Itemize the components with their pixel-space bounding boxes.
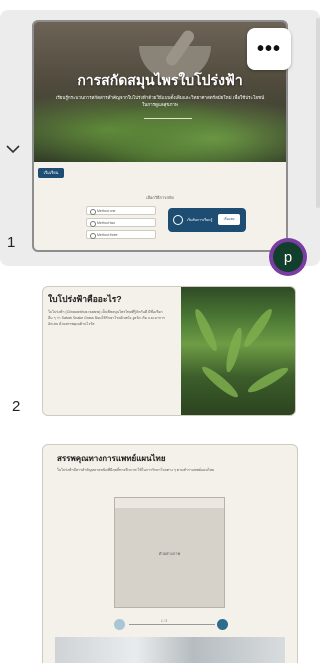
slide-body: ใบโปร่งฟ้า (Clinacanthus nutans) เป็นพืช… [48, 310, 165, 327]
cta-label: เริ่มต้นการเรียนรู้ [187, 218, 213, 222]
plant-photo [181, 287, 295, 415]
slide-title: สรรพคุณทางการแพทย์แผนไทย [57, 454, 166, 463]
slide-title: ใบโปร่งฟ้าคืออะไร? [48, 294, 122, 304]
slide-thumbnail-2[interactable]: ใบโปร่งฟ้าคืออะไร? ใบโปร่งฟ้า (Clinacant… [42, 286, 296, 416]
slide-panel: 1 การสกัดสมุนไพรใบโปร่งฟ้า เรียนรู้กระบว… [0, 0, 320, 663]
progress-line [129, 624, 215, 625]
image-placeholder: ตัวอย่างภาพ [114, 497, 225, 608]
play-icon [173, 215, 183, 225]
more-horizontal-icon: ••• [256, 37, 281, 60]
scrollbar[interactable] [316, 18, 320, 208]
chevron-down-icon[interactable] [5, 141, 21, 157]
slide-number: 2 [12, 398, 21, 415]
leaf-shape [191, 307, 221, 353]
leaf-shape [223, 326, 245, 374]
divider [144, 118, 192, 119]
leaf-shape [240, 306, 276, 350]
slide-subtitle: ใบโปร่งฟ้ามีสารสำคัญหลายชนิดที่มีฤทธิ์ทา… [57, 468, 215, 472]
options-caption: เลือกวิธีการสกัด [146, 195, 174, 200]
slide-row-2[interactable]: 2 ใบโปร่งฟ้าคืออะไร? ใบโปร่งฟ้า (Clinaca… [0, 284, 320, 420]
avatar[interactable]: p [269, 238, 307, 276]
page-indicator: 1 / 3 [161, 619, 168, 623]
slide-title: การสกัดสมุนไพรใบโปร่งฟ้า [77, 72, 243, 88]
next-icon [217, 619, 228, 630]
avatar-letter: p [273, 242, 303, 272]
slide-row-3[interactable]: สรรพคุณทางการแพทย์แผนไทย ใบโปร่งฟ้ามีสาร… [0, 442, 320, 663]
frame-header [115, 498, 224, 508]
option-item: Method three [86, 230, 156, 239]
more-options-button[interactable]: ••• [247, 28, 291, 70]
start-badge: เริ่มเรียน [38, 168, 64, 178]
leaf-shape [199, 363, 241, 401]
cta-panel: เริ่มต้นการเรียนรู้ เริ่มเลย [168, 208, 246, 232]
prev-icon [114, 619, 125, 630]
slide-number: 1 [7, 234, 16, 251]
option-item: Method one [86, 206, 156, 215]
leaf-shape [245, 364, 291, 396]
frame-label: ตัวอย่างภาพ [158, 551, 181, 556]
slide-thumbnail-3[interactable]: สรรพคุณทางการแพทย์แผนไทย ใบโปร่งฟ้ามีสาร… [42, 444, 298, 663]
option-item: Method two [86, 218, 156, 227]
slide-subtitle: เรียนรู้กระบวนการสกัดสารสำคัญจากใบโปร่งฟ… [55, 95, 265, 107]
lab-photo [55, 637, 285, 663]
cta-button: เริ่มเลย [218, 214, 240, 225]
